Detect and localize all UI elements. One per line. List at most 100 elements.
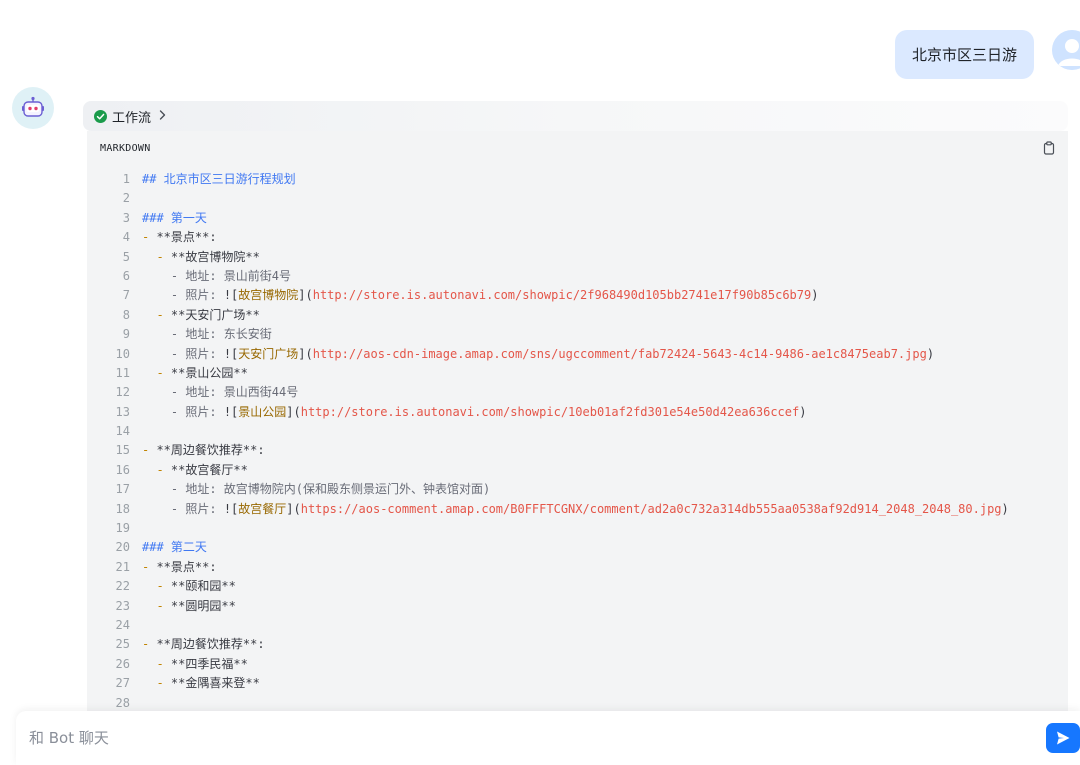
code-line-content: - 照片: ![故宫博物院](http://store.is.autonavi.… [142, 286, 819, 305]
code-block: MARKDOWN 1 ## 北京市区三日游行程规划 2 3 ### 第一天 4- **景点… [87, 131, 1068, 731]
code-line: 7 - 照片: ![故宫博物院](http://store.is.autonav… [87, 286, 1068, 305]
line-number: 14 [115, 424, 130, 439]
code-body: 1 ## 北京市区三日游行程规划 2 3 ### 第一天 4- **景点**: 5 - **… [87, 165, 1068, 713]
code-line: 26 - **四季民福** [87, 655, 1068, 674]
code-token: ![ [223, 346, 239, 361]
code-token: ]( [286, 501, 301, 516]
line-number: 21 [115, 559, 130, 574]
code-line-content: - 照片: ![天安门广场](http://aos-cdn-image.amap… [142, 345, 934, 364]
code-line: 1 ## 北京市区三日游行程规划 [87, 170, 1068, 189]
send-button[interactable] [1046, 723, 1080, 753]
code-token: - [142, 598, 171, 613]
code-line: 11 - **景山公园** [87, 364, 1068, 383]
code-line-content: - **周边餐饮推荐**: [142, 441, 265, 460]
code-token: ![ [223, 404, 239, 419]
code-line: 20 ### 第二天 [87, 538, 1068, 557]
code-token: ]( [298, 346, 313, 361]
code-line-content: - 照片: ![故宫餐厅](https://aos-comment.amap.c… [142, 500, 1009, 519]
code-line-content: - 地址: 景山前街4号 [142, 267, 291, 286]
user-message-text: 北京市区三日游 [911, 46, 1017, 64]
code-token: **故宫博物院** [170, 249, 260, 264]
chevron-right-icon [159, 109, 166, 123]
code-line: 17 - 地址: 故宫博物院内(保和殿东侧景运门外、钟表馆对面) [87, 480, 1068, 499]
line-number: 11 [115, 365, 130, 380]
line-number: 8 [122, 307, 130, 322]
code-line-content: - **故宫餐厅** [142, 461, 248, 480]
code-token: **故宫餐厅** [170, 462, 248, 477]
code-line: 15 - **周边餐饮推荐**: [87, 441, 1068, 460]
line-number: 16 [115, 462, 130, 477]
code-line: 3 ### 第一天 [87, 209, 1068, 228]
code-token: ## 北京市区三日游行程规划 [142, 172, 296, 186]
code-token: - [142, 656, 171, 671]
code-line: 27 - **金隅喜来登** [87, 674, 1068, 693]
code-token: - 地址: 景山西街44号 [142, 385, 299, 400]
code-line-content: - 照片: ![景山公园](http://store.is.autonavi.c… [142, 403, 807, 422]
line-number: 20 [115, 540, 130, 555]
line-number: 18 [115, 501, 130, 516]
line-number: 1 [122, 172, 130, 186]
line-number: 9 [122, 327, 130, 342]
code-token: 故宫餐厅 [238, 501, 287, 516]
line-number: 13 [115, 404, 130, 419]
code-line-content: - 地址: 东长安街 [142, 325, 272, 344]
code-token: **景点**: [156, 559, 217, 574]
code-token: **颐和园** [170, 579, 236, 594]
chat-input[interactable] [29, 723, 1009, 753]
line-number: 7 [122, 288, 130, 303]
code-token: ![ [223, 288, 239, 303]
code-token: - 照片: [142, 288, 224, 303]
clipboard-icon[interactable] [1042, 141, 1056, 155]
code-line-content: ### 第二天 [142, 538, 207, 557]
code-token: http://store.is.autonavi.com/showpic/10e… [300, 404, 800, 419]
code-token: - [142, 307, 171, 322]
code-token: ) [799, 404, 807, 419]
code-token: **周边餐饮推荐**: [156, 637, 265, 652]
code-token: - 地址: 故宫博物院内(保和殿东侧景运门外、钟表馆对面) [142, 482, 491, 497]
code-token: **圆明园** [170, 598, 236, 613]
code-token: ) [811, 288, 819, 303]
code-line: 10 - 照片: ![天安门广场](http://aos-cdn-image.a… [87, 345, 1068, 364]
code-token: - 地址: 东长安街 [142, 327, 272, 342]
line-number: 15 [115, 443, 130, 458]
code-line: 8 - **天安门广场** [87, 306, 1068, 325]
code-line: 12 - 地址: 景山西街44号 [87, 383, 1068, 402]
code-token: 景山公园 [238, 404, 287, 419]
line-number: 25 [115, 637, 130, 652]
code-token: - [142, 462, 171, 477]
line-number: 3 [122, 210, 130, 225]
code-line: 24 [87, 616, 1068, 635]
check-circle-icon [94, 109, 107, 123]
bot-avatar [12, 87, 54, 129]
code-token: **周边餐饮推荐**: [156, 443, 265, 458]
code-line-content: - **颐和园** [142, 577, 236, 596]
code-token: - [142, 249, 171, 264]
user-avatar [1052, 30, 1080, 70]
code-line: 25- **周边餐饮推荐**: [87, 635, 1068, 654]
code-token: - [142, 365, 171, 380]
code-token: **景点**: [156, 230, 217, 245]
code-block-header: MARKDOWN [87, 131, 1068, 165]
workflow-toggle[interactable]: 工作流 [83, 101, 1068, 131]
code-token: ) [1001, 501, 1009, 516]
code-line-content: - 地址: 景山西街44号 [142, 383, 298, 402]
code-token: 故宫博物院 [238, 288, 299, 303]
code-line: 23 - **圆明园** [87, 597, 1068, 616]
code-token: **金隅喜来登** [170, 676, 260, 691]
code-token: - 照片: [142, 404, 224, 419]
code-line-content: - **故宫博物院** [142, 248, 260, 267]
user-message-bubble: 北京市区三日游 [894, 30, 1034, 79]
code-token: http://aos-cdn-image.amap.com/sns/ugccom… [312, 346, 927, 361]
line-number: 22 [115, 579, 130, 594]
code-token: - [142, 676, 171, 691]
code-token: ]( [298, 288, 313, 303]
code-token: **天安门广场** [170, 307, 260, 322]
code-line-content: ### 第一天 [142, 209, 207, 228]
code-line-content: - **四季民福** [142, 655, 248, 674]
line-number: 2 [122, 191, 130, 206]
code-token: ![ [223, 501, 239, 516]
code-token: **四季民福** [170, 656, 248, 671]
code-line-content: - **景点**: [142, 228, 217, 247]
code-line: 5 - **故宫博物院** [87, 248, 1068, 267]
line-number: 10 [115, 346, 130, 361]
